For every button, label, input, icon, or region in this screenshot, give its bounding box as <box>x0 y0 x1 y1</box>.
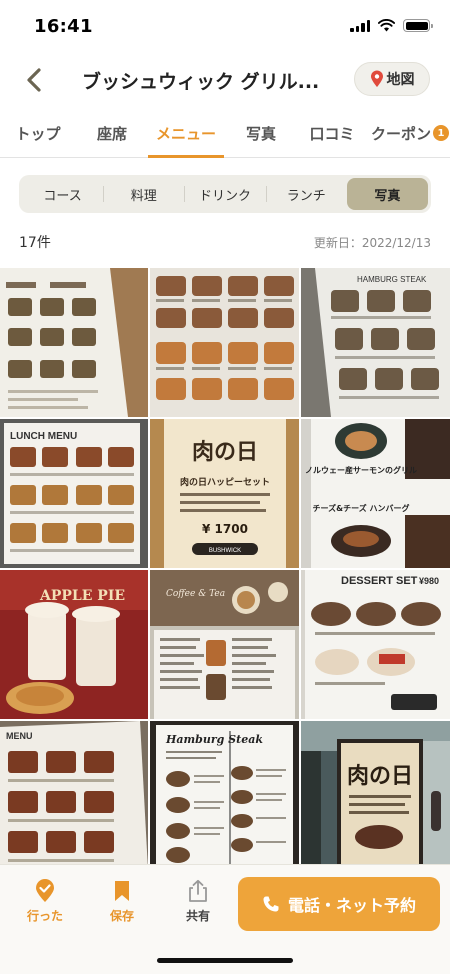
menu-photo[interactable]: Hamburg Steak <box>150 721 299 864</box>
segment-lunch[interactable]: ランチ <box>265 178 347 210</box>
tab-reviews[interactable]: 口コミ <box>302 108 362 158</box>
wifi-icon <box>378 19 395 32</box>
status-icons <box>350 19 433 32</box>
photo-brand: BUSHWICK <box>209 548 241 554</box>
went-check-icon <box>36 879 54 902</box>
tab-photos[interactable]: 写真 <box>236 108 286 158</box>
photo-caption: 肉の日 <box>192 440 258 465</box>
poster-photo[interactable]: 肉の日 肉の日ハッピーセット ¥ 1700 BUSHWICK <box>150 419 299 568</box>
header: ブッシュウィック グリル... 地図 <box>0 54 450 106</box>
photo-caption: LUNCH MENU <box>10 431 77 442</box>
menu-photo[interactable]: LUNCH MENU <box>0 419 148 568</box>
tab-label: 口コミ <box>309 124 355 143</box>
menu-photo[interactable]: HAMBURG STEAK <box>301 268 450 417</box>
battery-icon <box>403 19 433 32</box>
phone-icon <box>263 896 279 912</box>
photo-caption: DESSERT SET <box>341 575 418 587</box>
segment-food[interactable]: 料理 <box>103 178 184 210</box>
updated-date: 更新日：2022/12/13 <box>313 236 431 250</box>
photo-grid: HAMBURG STEAK LUNCH MENU 肉の日 肉の日ハッピーセット … <box>0 268 450 864</box>
chevron-left-icon <box>27 68 41 92</box>
save-label: 保存 <box>109 909 134 923</box>
photo-caption: Coffee & Tea <box>166 589 225 599</box>
went-button[interactable]: 行った <box>15 879 75 929</box>
bookmark-icon <box>115 881 129 901</box>
menu-photo[interactable]: DESSERT SET ¥980 <box>301 570 450 719</box>
active-tab-indicator <box>148 155 224 158</box>
save-button[interactable]: 保存 <box>92 879 152 929</box>
map-label: 地図 <box>386 72 415 88</box>
menu-photo[interactable]: ノルウェー産サーモンのグリル チーズ&チーズ ハンバーグ <box>301 419 450 568</box>
tab-label: メニュー <box>155 124 216 143</box>
coupon-badge: 1 <box>433 125 449 141</box>
tab-seats[interactable]: 座席 <box>84 108 140 158</box>
menu-category-segment: コース 料理 ドリンク ランチ 写真 <box>19 175 431 213</box>
menu-photo[interactable] <box>150 268 299 417</box>
photo-price: ¥ 1700 <box>202 522 248 536</box>
map-button[interactable]: 地図 <box>354 62 430 96</box>
photo-caption: Hamburg Steak <box>165 733 263 746</box>
tab-label: クーポン <box>370 124 431 143</box>
tab-label: 座席 <box>96 124 127 143</box>
photo-subcaption: チーズ&チーズ ハンバーグ <box>313 503 410 513</box>
photo-caption: MENU <box>6 731 33 741</box>
photo-caption: 肉の日 <box>347 764 413 789</box>
share-icon <box>189 879 207 902</box>
drink-photo[interactable]: APPLE PIE <box>0 570 148 719</box>
reserve-label: 電話・ネット予約 <box>287 896 416 915</box>
tab-label: 写真 <box>245 124 276 143</box>
signal-icon <box>350 19 370 32</box>
menu-photo[interactable]: MENU <box>0 721 148 864</box>
segment-course[interactable]: コース <box>22 178 103 210</box>
photo-caption: APPLE PIE <box>39 588 125 604</box>
menu-photo[interactable] <box>0 268 148 417</box>
went-label: 行った <box>26 909 63 923</box>
status-time: 16:41 <box>34 16 93 37</box>
back-button[interactable] <box>18 64 50 96</box>
map-pin-icon <box>370 70 383 87</box>
photo-count: 17件 <box>19 235 51 251</box>
menu-photo[interactable]: Coffee & Tea <box>150 570 299 719</box>
poster-photo[interactable]: 肉の日 <box>301 721 450 864</box>
page-title: ブッシュウィック グリル... <box>82 71 320 93</box>
share-button[interactable]: 共有 <box>168 879 228 929</box>
photo-caption: HAMBURG STEAK <box>357 275 427 284</box>
photo-price: ¥980 <box>419 576 439 586</box>
home-indicator <box>157 958 293 963</box>
status-bar: 16:41 <box>0 0 450 54</box>
tab-bar: トップ 座席 メニュー 写真 口コミ クーポン 1 <box>0 108 450 158</box>
count-row: 17件 更新日：2022/12/13 <box>0 228 450 256</box>
photo-caption: ノルウェー産サーモンのグリル <box>305 465 417 475</box>
photo-subcaption: 肉の日ハッピーセット <box>180 476 270 488</box>
tab-top[interactable]: トップ <box>8 108 68 158</box>
tab-coupons[interactable]: クーポン 1 <box>370 108 450 158</box>
segment-drink[interactable]: ドリンク <box>184 178 265 210</box>
tab-label: トップ <box>15 124 61 143</box>
segment-photos[interactable]: 写真 <box>346 178 429 210</box>
tab-menu[interactable]: メニュー <box>150 108 222 158</box>
share-label: 共有 <box>185 909 210 923</box>
reserve-button[interactable]: 電話・ネット予約 <box>238 877 440 931</box>
